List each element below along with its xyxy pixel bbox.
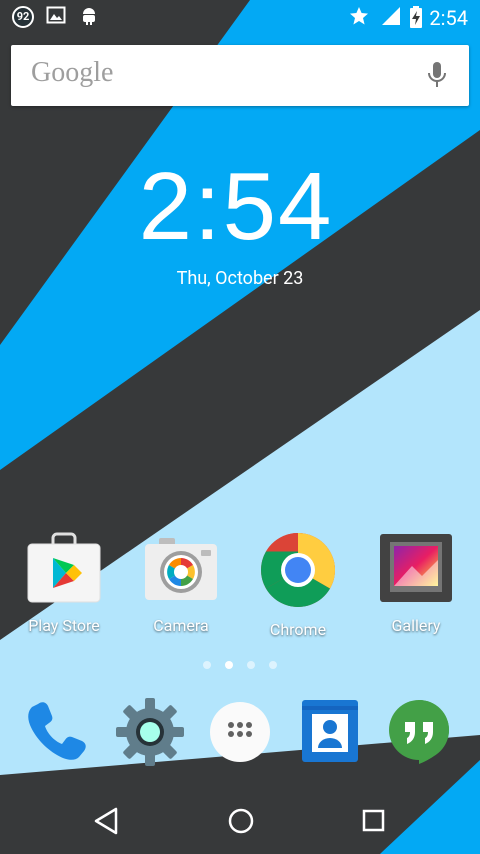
page-indicator-dot[interactable] xyxy=(269,661,277,669)
page-indicator-dot[interactable] xyxy=(247,661,255,669)
clock-widget-time[interactable]: 2:54 xyxy=(0,152,472,262)
app-label: Play Store xyxy=(28,616,100,635)
star-icon xyxy=(350,7,368,25)
mic-icon[interactable] xyxy=(427,61,447,89)
recents-icon[interactable] xyxy=(362,806,386,836)
hangouts-icon[interactable] xyxy=(383,696,455,768)
app-play-store[interactable]: Play Store xyxy=(9,532,119,635)
android-notification-icon[interactable] xyxy=(80,6,98,26)
home-icon[interactable] xyxy=(226,806,256,836)
phone-icon[interactable] xyxy=(24,696,96,768)
contacts-icon[interactable] xyxy=(294,696,366,768)
google-search-bar[interactable]: Google xyxy=(11,45,469,106)
gallery-icon xyxy=(380,534,452,602)
battery-charging-icon xyxy=(410,6,422,28)
app-drawer-icon[interactable] xyxy=(204,696,276,768)
status-bar: 92 2:54 xyxy=(0,0,480,36)
status-clock: 2:54 xyxy=(429,6,468,30)
notification-count-badge[interactable]: 92 xyxy=(12,6,34,28)
page-indicator-dot[interactable] xyxy=(203,661,211,669)
app-label: Camera xyxy=(153,616,209,635)
app-gallery[interactable]: Gallery xyxy=(361,532,471,635)
play-store-icon xyxy=(27,532,101,603)
app-chrome[interactable]: Chrome xyxy=(243,532,353,639)
app-label: Gallery xyxy=(391,616,441,635)
settings-icon[interactable] xyxy=(114,696,186,768)
back-icon[interactable] xyxy=(93,806,119,836)
clock-widget-date[interactable]: Thu, October 23 xyxy=(0,268,480,289)
page-indicator-dot-active[interactable] xyxy=(225,661,233,669)
app-camera[interactable]: Camera xyxy=(126,532,236,635)
signal-icon xyxy=(382,7,400,25)
camera-icon xyxy=(145,538,217,600)
google-logo: Google xyxy=(31,57,114,88)
chrome-icon xyxy=(261,533,335,607)
app-label: Chrome xyxy=(269,620,327,639)
navigation-bar xyxy=(0,790,480,854)
image-notification-icon[interactable] xyxy=(46,6,66,24)
